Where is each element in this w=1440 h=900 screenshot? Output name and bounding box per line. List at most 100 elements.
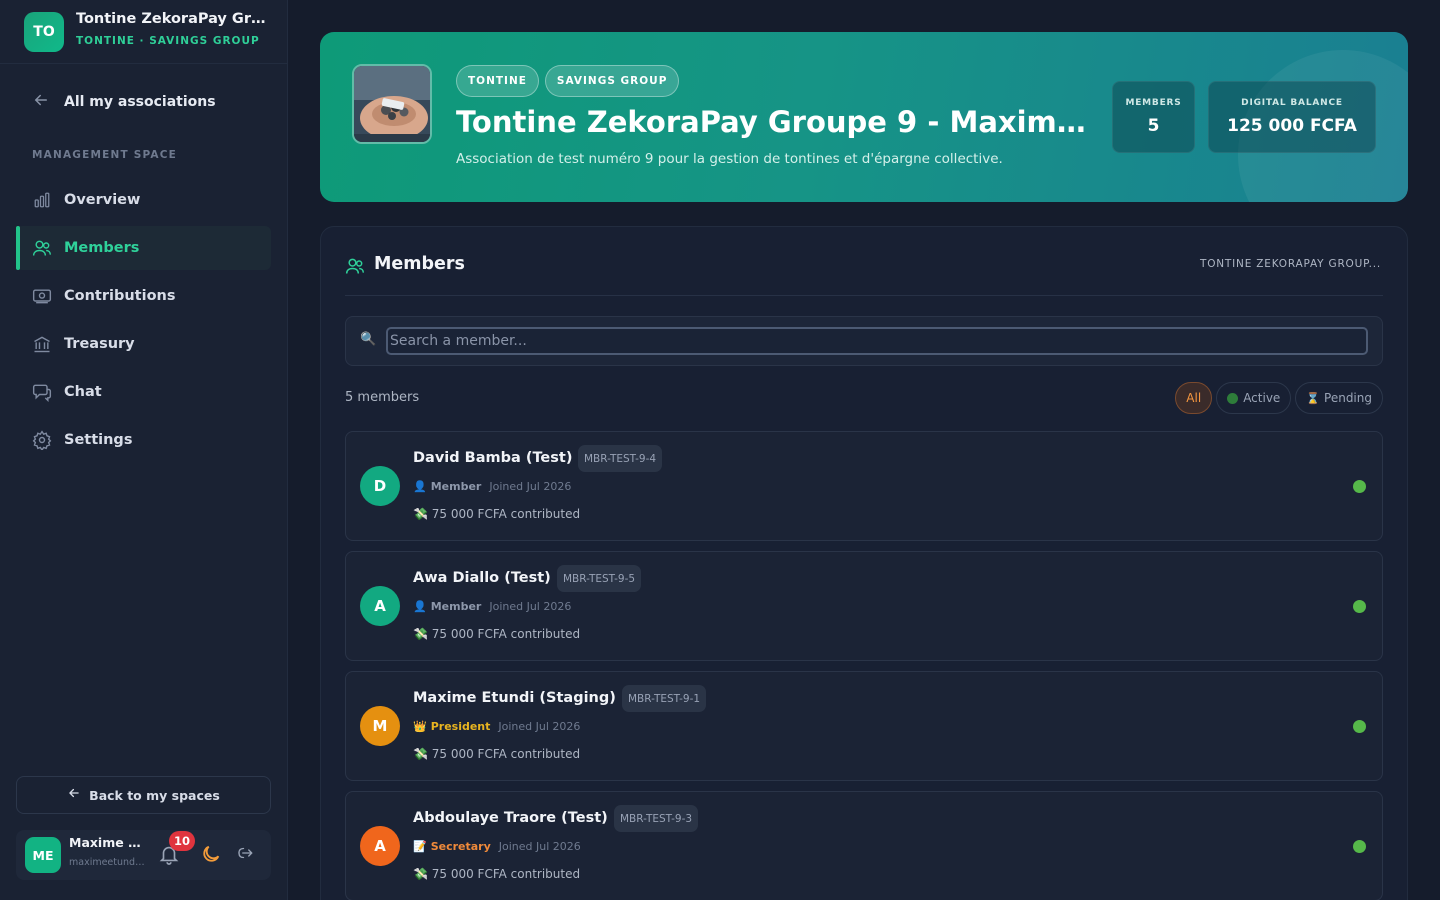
- status-dot: [1353, 720, 1366, 733]
- bar-chart-icon: [32, 190, 52, 210]
- search-icon: 🔍: [360, 332, 377, 347]
- users-icon: [32, 238, 52, 258]
- member-name: Maxime Etundi (Staging): [413, 690, 616, 706]
- association-tags: TONTINE SAVINGS GROUP: [456, 65, 680, 97]
- member-role: 👤 Member Joined Jul 2026: [413, 480, 571, 493]
- user-name: Maxime Etundi: [69, 835, 145, 850]
- tag-tontine: TONTINE: [456, 65, 539, 97]
- balance-stat: DIGITAL BALANCE 125 000 FCFA: [1208, 81, 1376, 153]
- member-reference: MBR-TEST-9-1: [622, 685, 707, 712]
- contribution-amount: 💸 75 000 FCFA contributed: [413, 507, 581, 521]
- user-profile: ME Maxime Etundi maximeetundi@zekorapay.…: [16, 830, 271, 880]
- join-date: Joined Jul 2026: [498, 840, 581, 853]
- sidebar-item-treasury[interactable]: Treasury: [16, 322, 271, 366]
- divider: [345, 295, 1383, 296]
- member-list: D David Bamba (Test) MBR-TEST-9-4 👤 Memb…: [345, 431, 1383, 900]
- stat-label: DIGITAL BALANCE: [1241, 98, 1343, 108]
- gear-icon: [32, 430, 52, 450]
- join-date: Joined Jul 2026: [498, 720, 581, 733]
- list-item[interactable]: A Awa Diallo (Test) MBR-TEST-9-5 👤 Membe…: [345, 551, 1383, 661]
- user-email: maximeetundi@zekorapay.com: [69, 857, 145, 868]
- search-bar: 🔍: [345, 316, 1383, 366]
- filter-label: Pending: [1324, 391, 1372, 405]
- stat-value: 5: [1147, 116, 1160, 136]
- sidebar-item-members[interactable]: Members: [16, 226, 271, 270]
- avatar: D: [360, 466, 400, 506]
- filter-pending[interactable]: ⌛ Pending: [1295, 382, 1383, 414]
- sidebar-item-chat[interactable]: Chat: [16, 370, 271, 414]
- sidebar-item-overview[interactable]: Overview: [16, 178, 271, 222]
- list-item[interactable]: D David Bamba (Test) MBR-TEST-9-4 👤 Memb…: [345, 431, 1383, 541]
- panel-org-label: TONTINE ZEKORAPAY GROUP...: [1200, 258, 1381, 270]
- all-associations-label: All my associations: [64, 94, 216, 110]
- member-role: 📝 Secretary Joined Jul 2026: [413, 840, 581, 853]
- status-filters: All Active ⌛ Pending: [1175, 382, 1383, 414]
- org-subtitle: TONTINE · SAVINGS GROUP: [76, 35, 260, 47]
- filter-active[interactable]: Active: [1216, 382, 1292, 414]
- list-item[interactable]: M Maxime Etundi (Staging) MBR-TEST-9-1 👑…: [345, 671, 1383, 781]
- bank-icon: [32, 334, 52, 354]
- contribution-amount: 💸 75 000 FCFA contributed: [413, 747, 581, 761]
- logout-icon[interactable]: [236, 844, 258, 866]
- status-dot: [1353, 840, 1366, 853]
- sidebar-item-label: Settings: [64, 432, 133, 448]
- status-dot: [1353, 600, 1366, 613]
- org-name: Tontine ZekoraPay Groupe 9 - Maxime: [76, 11, 271, 27]
- association-description: Association de test numéro 9 pour la ges…: [456, 151, 1003, 167]
- section-label: MANAGEMENT SPACE: [32, 149, 178, 161]
- stat-label: MEMBERS: [1125, 98, 1182, 108]
- status-dot: [1353, 480, 1366, 493]
- crown-icon: 👑: [413, 720, 427, 733]
- arrow-left-icon: [67, 786, 81, 804]
- sidebar-item-label: Chat: [64, 384, 102, 400]
- panel-title: Members: [374, 254, 465, 274]
- filter-label: Active: [1243, 391, 1281, 405]
- arrow-left-icon: [32, 91, 52, 114]
- search-input[interactable]: [386, 327, 1368, 355]
- sidebar-item-label: Overview: [64, 192, 141, 208]
- association-banner: TONTINE SAVINGS GROUP Tontine ZekoraPay …: [320, 32, 1408, 202]
- sidebar: TO Tontine ZekoraPay Groupe 9 - Maxime T…: [0, 0, 288, 900]
- list-item[interactable]: A Abdoulaye Traore (Test) MBR-TEST-9-3 📝…: [345, 791, 1383, 900]
- members-panel: Members TONTINE ZEKORAPAY GROUP... 🔍 5 m…: [320, 226, 1408, 900]
- user-icon: 👤: [413, 480, 427, 493]
- member-role: 👤 Member Joined Jul 2026: [413, 600, 571, 613]
- join-date: Joined Jul 2026: [489, 600, 572, 613]
- member-reference: MBR-TEST-9-4: [578, 445, 663, 472]
- member-role: 👑 President Joined Jul 2026: [413, 720, 580, 733]
- member-name: David Bamba (Test): [413, 450, 573, 466]
- role-label: Member: [430, 480, 482, 493]
- member-name: Awa Diallo (Test): [413, 570, 551, 586]
- notification-count-badge: 10: [169, 831, 196, 851]
- sidebar-item-contributions[interactable]: Contributions: [16, 274, 271, 318]
- sidebar-item-settings[interactable]: Settings: [16, 418, 271, 462]
- member-count: 5 members: [345, 390, 420, 405]
- members-stat: MEMBERS 5: [1112, 81, 1195, 153]
- org-badge[interactable]: TO: [24, 12, 64, 52]
- sidebar-item-label: Contributions: [64, 288, 176, 304]
- chat-icon: [32, 382, 52, 402]
- avatar: M: [360, 706, 400, 746]
- all-associations-link[interactable]: All my associations: [32, 88, 216, 116]
- avatar: A: [360, 826, 400, 866]
- association-image: [352, 64, 432, 144]
- avatar[interactable]: ME: [25, 837, 61, 873]
- page-title: Tontine ZekoraPay Groupe 9 - Maxime Etun…: [456, 105, 1086, 139]
- tag-savings-group: SAVINGS GROUP: [544, 65, 680, 97]
- back-to-spaces-label: Back to my spaces: [89, 787, 220, 803]
- back-to-spaces-button[interactable]: Back to my spaces: [16, 776, 271, 814]
- filter-all[interactable]: All: [1175, 382, 1213, 414]
- avatar: A: [360, 586, 400, 626]
- member-reference: MBR-TEST-9-3: [614, 805, 699, 832]
- moon-icon[interactable]: [200, 843, 224, 867]
- sidebar-item-label: Treasury: [64, 336, 135, 352]
- sidebar-item-label: Members: [64, 240, 140, 256]
- filter-label: All: [1186, 391, 1202, 405]
- memo-icon: 📝: [413, 840, 427, 853]
- banknote-icon: [32, 286, 52, 306]
- user-icon: 👤: [413, 600, 427, 613]
- green-circle-icon: [1227, 392, 1239, 404]
- stat-value: 125 000 FCFA: [1227, 116, 1357, 136]
- sidebar-header: TO Tontine ZekoraPay Groupe 9 - Maxime T…: [0, 0, 288, 64]
- sidebar-nav: Overview Members Contributions Treasury …: [16, 178, 271, 466]
